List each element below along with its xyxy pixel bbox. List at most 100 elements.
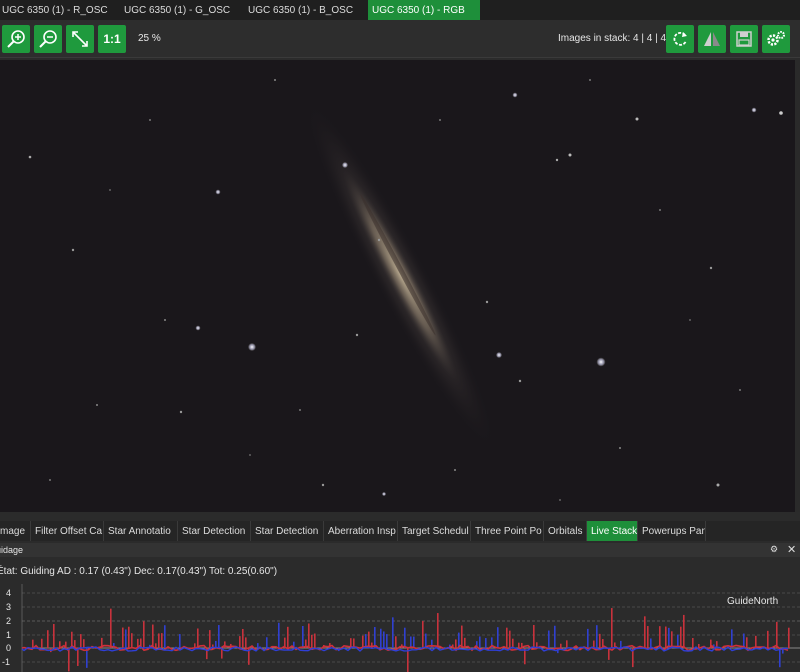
- y-tick-0: 0: [6, 643, 12, 653]
- tab-target-scheduler[interactable]: Target Schedul: [398, 521, 471, 541]
- image-toolbar: 1:1 25 % Images in stack: 4 | 4 | 4: [0, 20, 800, 58]
- guide-correction-bar: [302, 625, 304, 648]
- flip-button[interactable]: [698, 25, 726, 53]
- guide-correction-bar: [587, 628, 589, 648]
- stacked-galaxy-image: [0, 60, 795, 512]
- one-to-one-button[interactable]: 1:1: [98, 25, 126, 53]
- guide-correction-bar: [308, 623, 310, 648]
- fit-to-screen-button[interactable]: [66, 25, 94, 53]
- guiding-panel-title: uidage: [0, 545, 24, 555]
- guide-correction-bar: [362, 635, 364, 648]
- guide-correction-bar: [77, 648, 79, 666]
- guide-correction-bar: [158, 633, 160, 648]
- guide-correction-bar: [245, 637, 247, 648]
- guide-correction-bar: [548, 630, 550, 648]
- tab-three-point-polar[interactable]: Three Point Po: [471, 521, 544, 541]
- tab-star-detection-1[interactable]: Star Detection: [178, 521, 251, 541]
- image-viewport[interactable]: [0, 60, 795, 512]
- save-button[interactable]: [730, 25, 758, 53]
- guide-correction-bar: [431, 639, 433, 648]
- guide-correction-bar: [68, 648, 70, 672]
- document-tab-bar: UGC 6350 (1) - R_OSC UGC 6350 (1) - G_OS…: [0, 0, 800, 20]
- y-tick-minus-1: -1: [2, 657, 11, 667]
- guide-correction-bar: [32, 639, 34, 648]
- guide-correction-bar: [743, 633, 745, 648]
- guide-correction-bar: [422, 621, 424, 648]
- guide-correction-bar: [668, 627, 670, 648]
- guide-correction-bar: [779, 648, 781, 668]
- panel-close-icon[interactable]: ✕: [787, 543, 796, 556]
- guide-correction-bar: [650, 638, 652, 648]
- guide-correction-bar: [380, 628, 382, 648]
- tab-live-stack[interactable]: Live Stack: [587, 521, 638, 541]
- settings-button[interactable]: [762, 25, 790, 53]
- guide-correction-bar: [404, 627, 406, 648]
- y-tick-4: 4: [6, 588, 12, 598]
- guide-correction-bar: [680, 626, 682, 648]
- guide-correction-bar: [596, 625, 598, 648]
- zoom-in-button[interactable]: [2, 25, 30, 53]
- guide-correction-bar: [239, 636, 241, 648]
- guide-correction-bar: [683, 614, 685, 648]
- guide-correction-bar: [620, 640, 622, 648]
- guide-correction-bar: [311, 634, 313, 648]
- guide-correction-bar: [80, 634, 82, 648]
- guide-correction-bar: [383, 631, 385, 648]
- guide-correction-bar: [410, 636, 412, 648]
- guiding-panel-header: uidage ⚙ ✕: [0, 543, 800, 557]
- guide-correction-bar: [437, 613, 439, 648]
- tab-star-detection-2[interactable]: Star Detection: [251, 521, 324, 541]
- guide-correction-bar: [257, 643, 259, 648]
- zoom-out-icon: [39, 30, 57, 48]
- guide-correction-bar: [53, 623, 55, 648]
- panel-settings-icon[interactable]: ⚙: [770, 544, 778, 555]
- guide-correction-bar: [485, 638, 487, 648]
- tab-b-osc[interactable]: UGC 6350 (1) - B_OSC: [246, 0, 368, 20]
- guide-correction-bar: [566, 640, 568, 648]
- guide-correction-bar: [611, 608, 613, 648]
- guide-correction-bar: [413, 636, 415, 648]
- tab-aberration-inspector[interactable]: Aberration Insp: [324, 521, 398, 541]
- viewport-scrollbar[interactable]: [795, 60, 800, 512]
- guide-correction-bar: [314, 633, 316, 648]
- guide-correction-bar: [287, 626, 289, 648]
- guide-correction-bar: [425, 633, 427, 648]
- guide-correction-bar: [461, 625, 463, 648]
- fit-to-screen-icon: [72, 31, 88, 47]
- guide-correction-bar: [83, 639, 85, 648]
- guide-correction-bar: [197, 628, 199, 648]
- guide-correction-bar: [209, 630, 211, 648]
- stack-info: Images in stack: 4 | 4 | 4: [558, 33, 667, 44]
- tab-star-annotation[interactable]: Star Annotatio: [104, 521, 178, 541]
- guide-correction-bar: [665, 626, 667, 648]
- save-icon: [736, 31, 752, 47]
- guide-correction-bar: [143, 621, 145, 648]
- guide-correction-bar: [386, 634, 388, 648]
- guide-correction-bar: [161, 633, 163, 648]
- guide-correction-bar: [746, 637, 748, 648]
- guide-correction-bar: [392, 617, 394, 648]
- tab-g-osc[interactable]: UGC 6350 (1) - G_OSC: [122, 0, 246, 20]
- tab-rgb[interactable]: UGC 6350 (1) - RGB: [368, 0, 480, 20]
- guiding-graph: [0, 584, 800, 672]
- guide-correction-bar: [560, 643, 562, 648]
- guide-correction-bar: [767, 630, 769, 648]
- guide-correction-bar: [644, 616, 646, 648]
- tab-image[interactable]: mage: [0, 521, 31, 541]
- tab-r-osc[interactable]: UGC 6350 (1) - R_OSC: [0, 0, 122, 20]
- guide-correction-bar: [155, 643, 157, 648]
- tab-filter-offset[interactable]: Filter Offset Ca: [31, 521, 104, 541]
- settings-icon: [767, 31, 785, 46]
- guide-correction-bar: [731, 629, 733, 648]
- guide-correction-bar: [776, 621, 778, 648]
- guide-correction-bar: [455, 639, 457, 648]
- guiding-graph-plot: [21, 584, 800, 672]
- tab-orbitals[interactable]: Orbitals: [544, 521, 587, 541]
- guide-correction-bar: [497, 627, 499, 648]
- refresh-button[interactable]: [666, 25, 694, 53]
- tab-powerups-panel[interactable]: Powerups Pane: [638, 521, 706, 541]
- guide-correction-bar: [479, 636, 481, 648]
- zoom-out-button[interactable]: [34, 25, 62, 53]
- guide-correction-bar: [512, 638, 514, 648]
- guide-correction-bar: [278, 622, 280, 648]
